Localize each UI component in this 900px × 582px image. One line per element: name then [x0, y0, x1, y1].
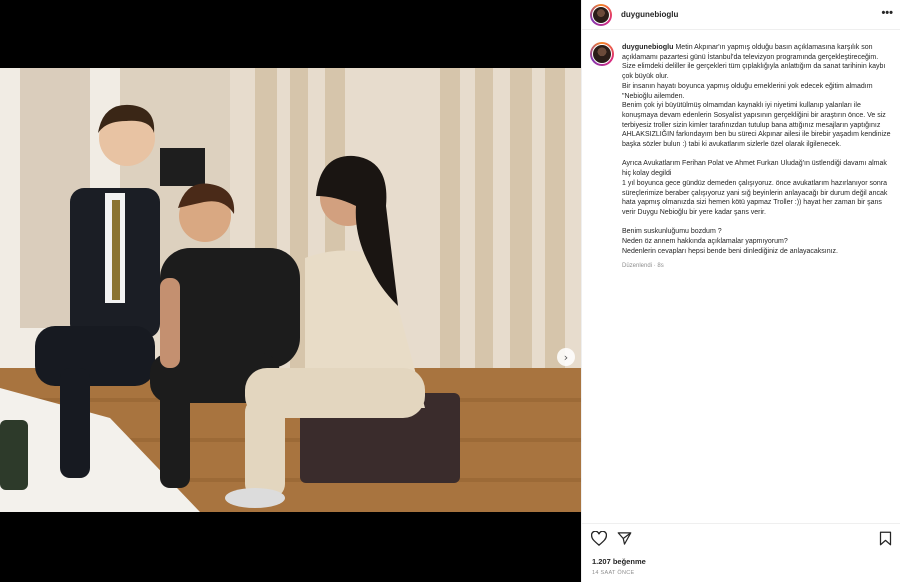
caption-line: Neden öz annem hakkında açıklamalar yapm…: [622, 238, 788, 246]
caption-username[interactable]: duygunebioglu: [622, 42, 674, 51]
post-panel: duygunebioglu ••• duygunebioglu Metin Ak…: [581, 0, 900, 582]
carousel-next-button[interactable]: ›: [557, 348, 575, 366]
more-options-icon[interactable]: •••: [881, 8, 893, 19]
action-bar: [582, 523, 900, 553]
post-timestamp: 14 SAAT ÖNCE: [592, 570, 635, 576]
caption-line: Size elimdeki deliller ile gerçekleri tü…: [622, 63, 886, 81]
photo-illustration: [0, 68, 581, 512]
caption-avatar[interactable]: [590, 42, 614, 66]
post-media: ›: [0, 0, 581, 582]
post-header: duygunebioglu •••: [582, 0, 900, 30]
caption-line: Benim suskunluğumu bozdum ?: [622, 228, 722, 236]
caption-block: duygunebioglu Metin Akpınar'ın yapmış ol…: [590, 42, 894, 272]
post-photo[interactable]: ›: [0, 68, 581, 512]
bookmark-icon[interactable]: [879, 531, 892, 551]
caption-line: 1 yıl boyunca gece gündüz demeden çalışı…: [622, 179, 888, 216]
caption-line: Bir insanın hayatı boyunca yapmış olduğu…: [622, 82, 873, 100]
avatar[interactable]: [590, 3, 612, 26]
caption-line: Ayrıca Avukatlarım Ferihan Polat ve Ahme…: [622, 160, 887, 178]
caption-line: Benim çok iyi büyütülmüş olmamdan kaynak…: [622, 102, 891, 149]
like-count[interactable]: 1.207 beğenme: [592, 557, 646, 566]
header-username[interactable]: duygunebioglu: [621, 10, 678, 19]
edited-timestamp: Düzenlendi · 8s: [622, 263, 664, 270]
caption-line: Nedenlerin cevapları hepsi bende beni di…: [622, 247, 838, 255]
caption-text: duygunebioglu Metin Akpınar'ın yapmış ol…: [622, 42, 892, 272]
chevron-right-icon: ›: [563, 350, 569, 364]
send-icon[interactable]: [617, 531, 632, 551]
heart-icon[interactable]: [590, 530, 608, 551]
